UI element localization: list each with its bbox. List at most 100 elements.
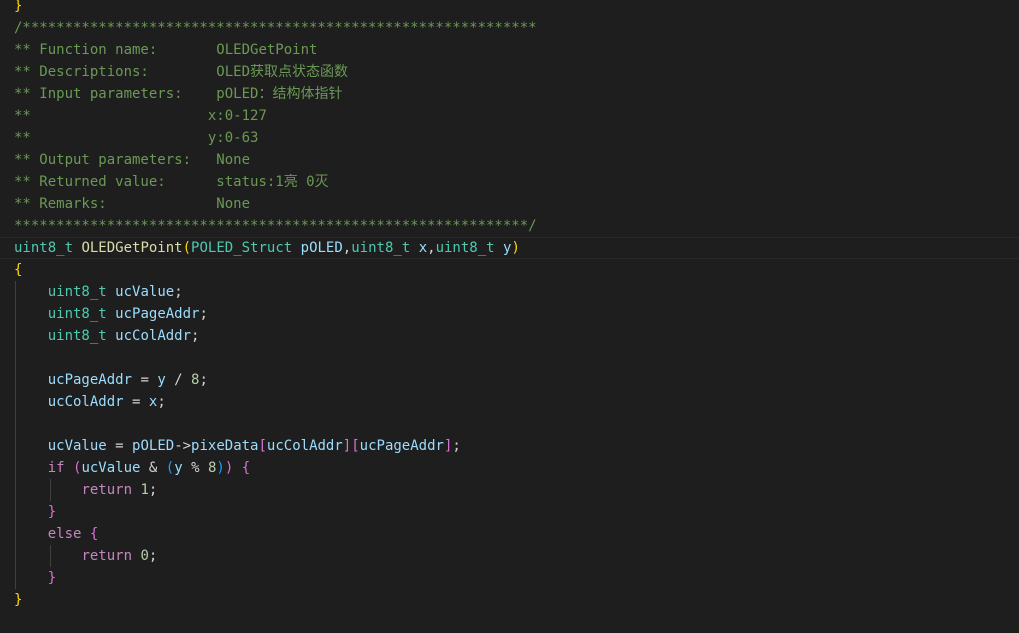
brace: { xyxy=(89,526,99,542)
code-line-descriptions[interactable]: ** Descriptions: OLED获取点状态函数 xyxy=(0,61,1019,83)
code-line-if[interactable]: if (ucValue & (y % 8)) { xyxy=(0,457,1019,479)
comment-key: ** xyxy=(14,108,208,124)
comment-key: ** Remarks: xyxy=(14,196,217,212)
code-line-decl-ucvalue[interactable]: uint8_t ucValue; xyxy=(0,281,1019,303)
indent-guide xyxy=(15,457,16,479)
semicolon: ; xyxy=(148,548,158,564)
comment-value: OLED获取点状态函数 xyxy=(216,64,349,80)
code-line-assign-pageaddr[interactable]: ucPageAddr = y / 8; xyxy=(0,369,1019,391)
variable: y xyxy=(174,460,183,476)
param-type: uint8_t xyxy=(351,240,411,256)
operator: = xyxy=(106,438,133,454)
operator: / xyxy=(165,372,192,388)
comment-value: OLEDGetPoint xyxy=(216,42,318,58)
comment-key: ** Output parameters: xyxy=(14,152,217,168)
operator: = xyxy=(132,372,158,388)
comment-key: ** Returned value: xyxy=(14,174,217,190)
keyword: return xyxy=(81,482,133,498)
code-line-assign-coladdr[interactable]: ucColAddr = x; xyxy=(0,391,1019,413)
code-line-assign-ucvalue[interactable]: ucValue = pOLED->pixeData[ucColAddr][ucP… xyxy=(0,435,1019,457)
arrow-operator: -> xyxy=(174,438,192,454)
code-line-input-y[interactable]: ** y:0-63 xyxy=(0,127,1019,149)
variable: ucColAddr xyxy=(47,394,124,410)
code-line-comment-open[interactable]: /***************************************… xyxy=(0,17,1019,39)
code-line-return-0[interactable]: return 0; xyxy=(0,545,1019,567)
variable: y xyxy=(157,372,166,388)
comment-value: status:1亮 0灭 xyxy=(216,174,329,190)
comment-value: None xyxy=(216,152,251,168)
code-line-remarks[interactable]: ** Remarks: None xyxy=(0,193,1019,215)
keyword: else xyxy=(47,526,82,542)
bracket: [ xyxy=(258,438,267,454)
comment-value: None xyxy=(216,196,251,212)
semicolon: ; xyxy=(191,328,200,344)
code-line-signature[interactable]: uint8_t OLEDGetPoint(POLED_Struct pOLED,… xyxy=(0,237,1019,259)
code-line-input-x[interactable]: ** x:0-127 xyxy=(0,105,1019,127)
param-type: POLED_Struct xyxy=(191,240,293,256)
indent-guide xyxy=(15,391,16,413)
brace: } xyxy=(47,570,57,586)
semicolon: ; xyxy=(174,284,183,300)
keyword: return xyxy=(81,548,133,564)
code-editor[interactable]: } /*************************************… xyxy=(0,0,1019,611)
paren: ) xyxy=(511,240,520,256)
variable: ucPageAddr xyxy=(47,372,133,388)
paren: ) xyxy=(216,460,225,476)
code-line-decl-ucpageaddr[interactable]: uint8_t ucPageAddr; xyxy=(0,303,1019,325)
code-line-body-open[interactable]: { xyxy=(0,259,1019,281)
code-line-prev-brace[interactable]: } xyxy=(0,0,1019,17)
variable: pOLED xyxy=(132,438,175,454)
bracket: [ xyxy=(351,438,360,454)
semicolon: ; xyxy=(199,306,208,322)
variable: ucValue xyxy=(47,438,107,454)
indent-guide xyxy=(15,523,16,545)
operator: % xyxy=(182,460,208,476)
comment-border: ****************************************… xyxy=(14,218,537,234)
code-line-if-close[interactable]: } xyxy=(0,501,1019,523)
variable: ucPageAddr xyxy=(115,306,200,322)
code-line-output-params[interactable]: ** Output parameters: None xyxy=(0,149,1019,171)
semicolon: ; xyxy=(157,394,166,410)
indent-guide xyxy=(50,479,51,501)
code-line-else[interactable]: else { xyxy=(0,523,1019,545)
code-line-blank[interactable] xyxy=(0,347,1019,369)
code-line-else-close[interactable]: } xyxy=(0,567,1019,589)
comment-value: x:0-127 xyxy=(207,108,267,124)
indent-guide xyxy=(15,501,16,523)
indent-guide xyxy=(15,325,16,347)
bracket: ] xyxy=(342,438,352,454)
indent-guide xyxy=(15,435,16,457)
code-line-input-params[interactable]: ** Input parameters: pOLED：结构体指针 xyxy=(0,83,1019,105)
operator: = xyxy=(123,394,149,410)
paren: ) xyxy=(224,460,234,476)
comment-value: y:0-63 xyxy=(207,130,259,146)
code-line-returned-value[interactable]: ** Returned value: status:1亮 0灭 xyxy=(0,171,1019,193)
paren: ( xyxy=(182,240,192,256)
param-type: uint8_t xyxy=(435,240,495,256)
indent-guide xyxy=(15,545,16,567)
comment-key: ** Descriptions: xyxy=(14,64,217,80)
comma: , xyxy=(342,240,352,256)
brace: } xyxy=(47,504,57,520)
code-line-return-1[interactable]: return 1; xyxy=(0,479,1019,501)
indent-guide xyxy=(15,413,16,435)
brace: { xyxy=(14,262,23,278)
code-line-decl-uccoladdr[interactable]: uint8_t ucColAddr; xyxy=(0,325,1019,347)
code-line-blank[interactable] xyxy=(0,413,1019,435)
operator: & xyxy=(140,460,166,476)
variable: ucColAddr xyxy=(266,438,343,454)
keyword: if xyxy=(47,460,65,476)
function-name: OLEDGetPoint xyxy=(81,240,183,256)
indent-guide xyxy=(15,347,16,369)
brace: } xyxy=(14,592,23,608)
code-line-function-name[interactable]: ** Function name: OLEDGetPoint xyxy=(0,39,1019,61)
comment-border: /***************************************… xyxy=(14,20,537,36)
variable: ucPageAddr xyxy=(359,438,444,454)
number: 0 xyxy=(140,548,149,564)
semicolon: ; xyxy=(148,482,158,498)
code-line-comment-close[interactable]: ****************************************… xyxy=(0,215,1019,237)
comment-key: ** Function name: xyxy=(14,42,217,58)
type: uint8_t xyxy=(47,306,107,322)
brace: { xyxy=(241,460,251,476)
code-line-body-close[interactable]: } xyxy=(0,589,1019,611)
